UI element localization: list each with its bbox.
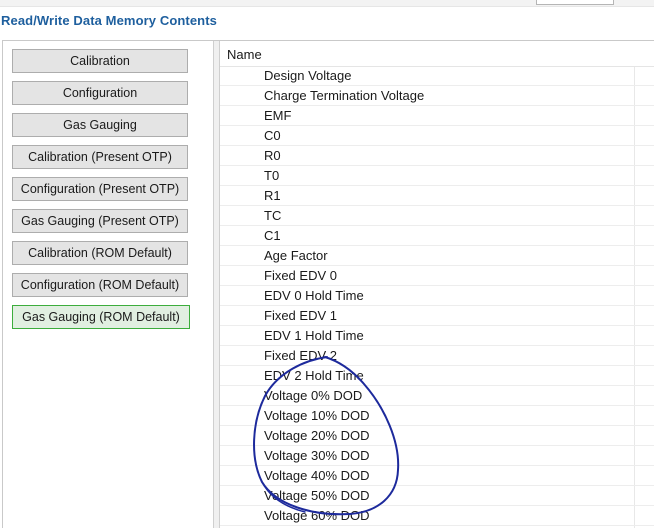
list-row[interactable]: EMF (220, 106, 654, 126)
list-row[interactable]: TC (220, 206, 654, 226)
list-row[interactable]: Fixed EDV 0 (220, 266, 654, 286)
list-row[interactable]: C0 (220, 126, 654, 146)
category-panel: Calibration Configuration Gas Gauging Ca… (4, 41, 214, 528)
top-input-box[interactable] (536, 0, 614, 5)
row-label: Voltage 10% DOD (264, 408, 370, 423)
row-label: Fixed EDV 2 (264, 348, 337, 363)
row-label: Voltage 60% DOD (264, 508, 370, 523)
list-row[interactable]: C1 (220, 226, 654, 246)
gas-gauging-present-otp-button[interactable]: Gas Gauging (Present OTP) (12, 209, 188, 233)
row-label: Voltage 40% DOD (264, 468, 370, 483)
list-row[interactable]: R0 (220, 146, 654, 166)
list-row[interactable]: EDV 0 Hold Time (220, 286, 654, 306)
row-label: Voltage 50% DOD (264, 488, 370, 503)
row-label: EDV 0 Hold Time (264, 288, 364, 303)
configuration-rom-default-button[interactable]: Configuration (ROM Default) (12, 273, 188, 297)
list-row[interactable]: Age Factor (220, 246, 654, 266)
list-row[interactable]: Voltage 20% DOD (220, 426, 654, 446)
configuration-button[interactable]: Configuration (12, 81, 188, 105)
list-row[interactable]: Voltage 0% DOD (220, 386, 654, 406)
gas-gauging-button[interactable]: Gas Gauging (12, 113, 188, 137)
row-label: Voltage 0% DOD (264, 388, 363, 403)
list-header[interactable]: Name (220, 41, 654, 67)
list-row[interactable]: EDV 2 Hold Time (220, 366, 654, 386)
list-row[interactable]: R1 (220, 186, 654, 206)
configuration-present-otp-button[interactable]: Configuration (Present OTP) (12, 177, 188, 201)
list-row[interactable]: Voltage 30% DOD (220, 446, 654, 466)
list-row[interactable]: Voltage 50% DOD (220, 486, 654, 506)
data-memory-window: Read/Write Data Memory Contents Calibrat… (0, 0, 654, 528)
list-row[interactable]: Design Voltage (220, 66, 654, 86)
list-row[interactable]: Fixed EDV 2 (220, 346, 654, 366)
row-label: EDV 1 Hold Time (264, 328, 364, 343)
list-row[interactable]: Charge Termination Voltage (220, 86, 654, 106)
row-label: C1 (264, 228, 281, 243)
section-title: Read/Write Data Memory Contents (1, 13, 217, 28)
calibration-button[interactable]: Calibration (12, 49, 188, 73)
row-label: EDV 2 Hold Time (264, 368, 364, 383)
row-label: Design Voltage (264, 68, 352, 83)
calibration-present-otp-button[interactable]: Calibration (Present OTP) (12, 145, 188, 169)
list-row[interactable]: Voltage 40% DOD (220, 466, 654, 486)
row-label: Fixed EDV 0 (264, 268, 337, 283)
row-label: Charge Termination Voltage (264, 88, 425, 103)
row-label: C0 (264, 128, 281, 143)
calibration-rom-default-button[interactable]: Calibration (ROM Default) (12, 241, 188, 265)
list-row[interactable]: Voltage 10% DOD (220, 406, 654, 426)
row-label: R0 (264, 148, 281, 163)
parameter-list: Name Design Voltage Charge Termination V… (219, 41, 654, 528)
row-label: Fixed EDV 1 (264, 308, 337, 323)
row-label: T0 (264, 168, 280, 183)
list-row[interactable]: Fixed EDV 1 (220, 306, 654, 326)
row-label: TC (264, 208, 282, 223)
row-label: Voltage 20% DOD (264, 428, 370, 443)
list-row[interactable]: T0 (220, 166, 654, 186)
row-label: Voltage 30% DOD (264, 448, 370, 463)
gas-gauging-rom-default-button[interactable]: Gas Gauging (ROM Default) (12, 305, 190, 329)
list-row[interactable]: Voltage 60% DOD (220, 506, 654, 526)
row-label: EMF (264, 108, 292, 123)
list-row[interactable]: EDV 1 Hold Time (220, 326, 654, 346)
row-label: R1 (264, 188, 281, 203)
row-label: Age Factor (264, 248, 328, 263)
name-column-header: Name (227, 47, 262, 62)
